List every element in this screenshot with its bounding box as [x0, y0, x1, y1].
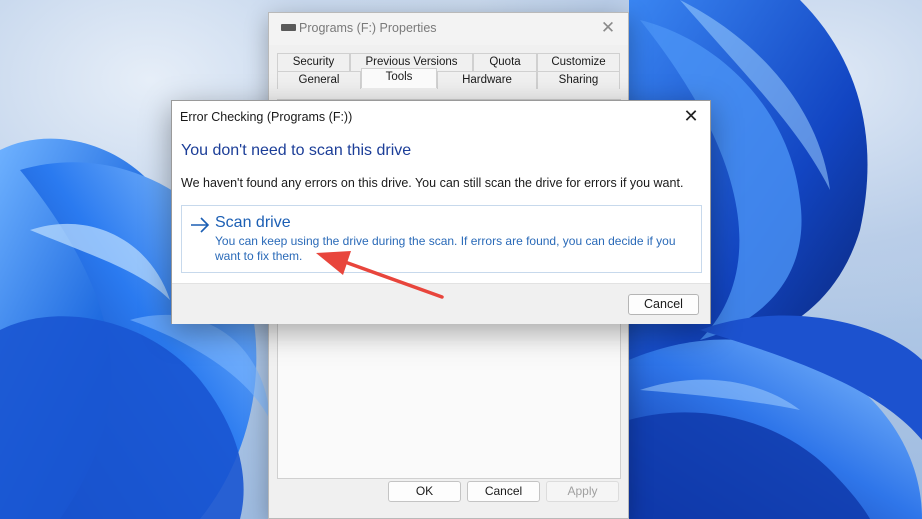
properties-window-title: Programs (F:) Properties [299, 21, 437, 35]
error-checking-dialog: Error Checking (Programs (F:)) ✕ You don… [171, 100, 711, 324]
scan-drive-title: Scan drive [215, 214, 291, 231]
dialog-title: Error Checking (Programs (F:)) [180, 110, 353, 124]
tab-tools[interactable]: Tools [361, 68, 437, 88]
arrow-right-icon [191, 217, 210, 233]
properties-titlebar: Programs (F:) Properties ✕ [269, 13, 628, 45]
dialog-heading: You don't need to scan this drive [181, 142, 412, 159]
cancel-button[interactable]: Cancel [628, 294, 699, 315]
tab-hardware[interactable]: Hardware [437, 71, 537, 89]
ok-button[interactable]: OK [388, 481, 461, 502]
properties-cancel-button[interactable]: Cancel [467, 481, 540, 502]
tab-security[interactable]: Security [277, 53, 350, 71]
apply-button[interactable]: Apply [546, 481, 619, 502]
scan-drive-description: You can keep using the drive during the … [215, 234, 676, 263]
dialog-titlebar: Error Checking (Programs (F:)) ✕ [172, 101, 710, 131]
tab-sharing[interactable]: Sharing [537, 71, 620, 89]
tab-quota[interactable]: Quota [473, 53, 537, 71]
tab-general[interactable]: General [277, 71, 361, 89]
tab-customize[interactable]: Customize [537, 53, 620, 71]
dialog-close-icon[interactable]: ✕ [676, 104, 706, 128]
dialog-message: We haven't found any errors on this driv… [181, 176, 684, 190]
properties-close-icon[interactable]: ✕ [594, 16, 622, 40]
scan-drive-option[interactable]: Scan drive You can keep using the drive … [181, 205, 702, 273]
drive-icon [281, 24, 296, 31]
dialog-footer: Cancel [172, 283, 710, 324]
